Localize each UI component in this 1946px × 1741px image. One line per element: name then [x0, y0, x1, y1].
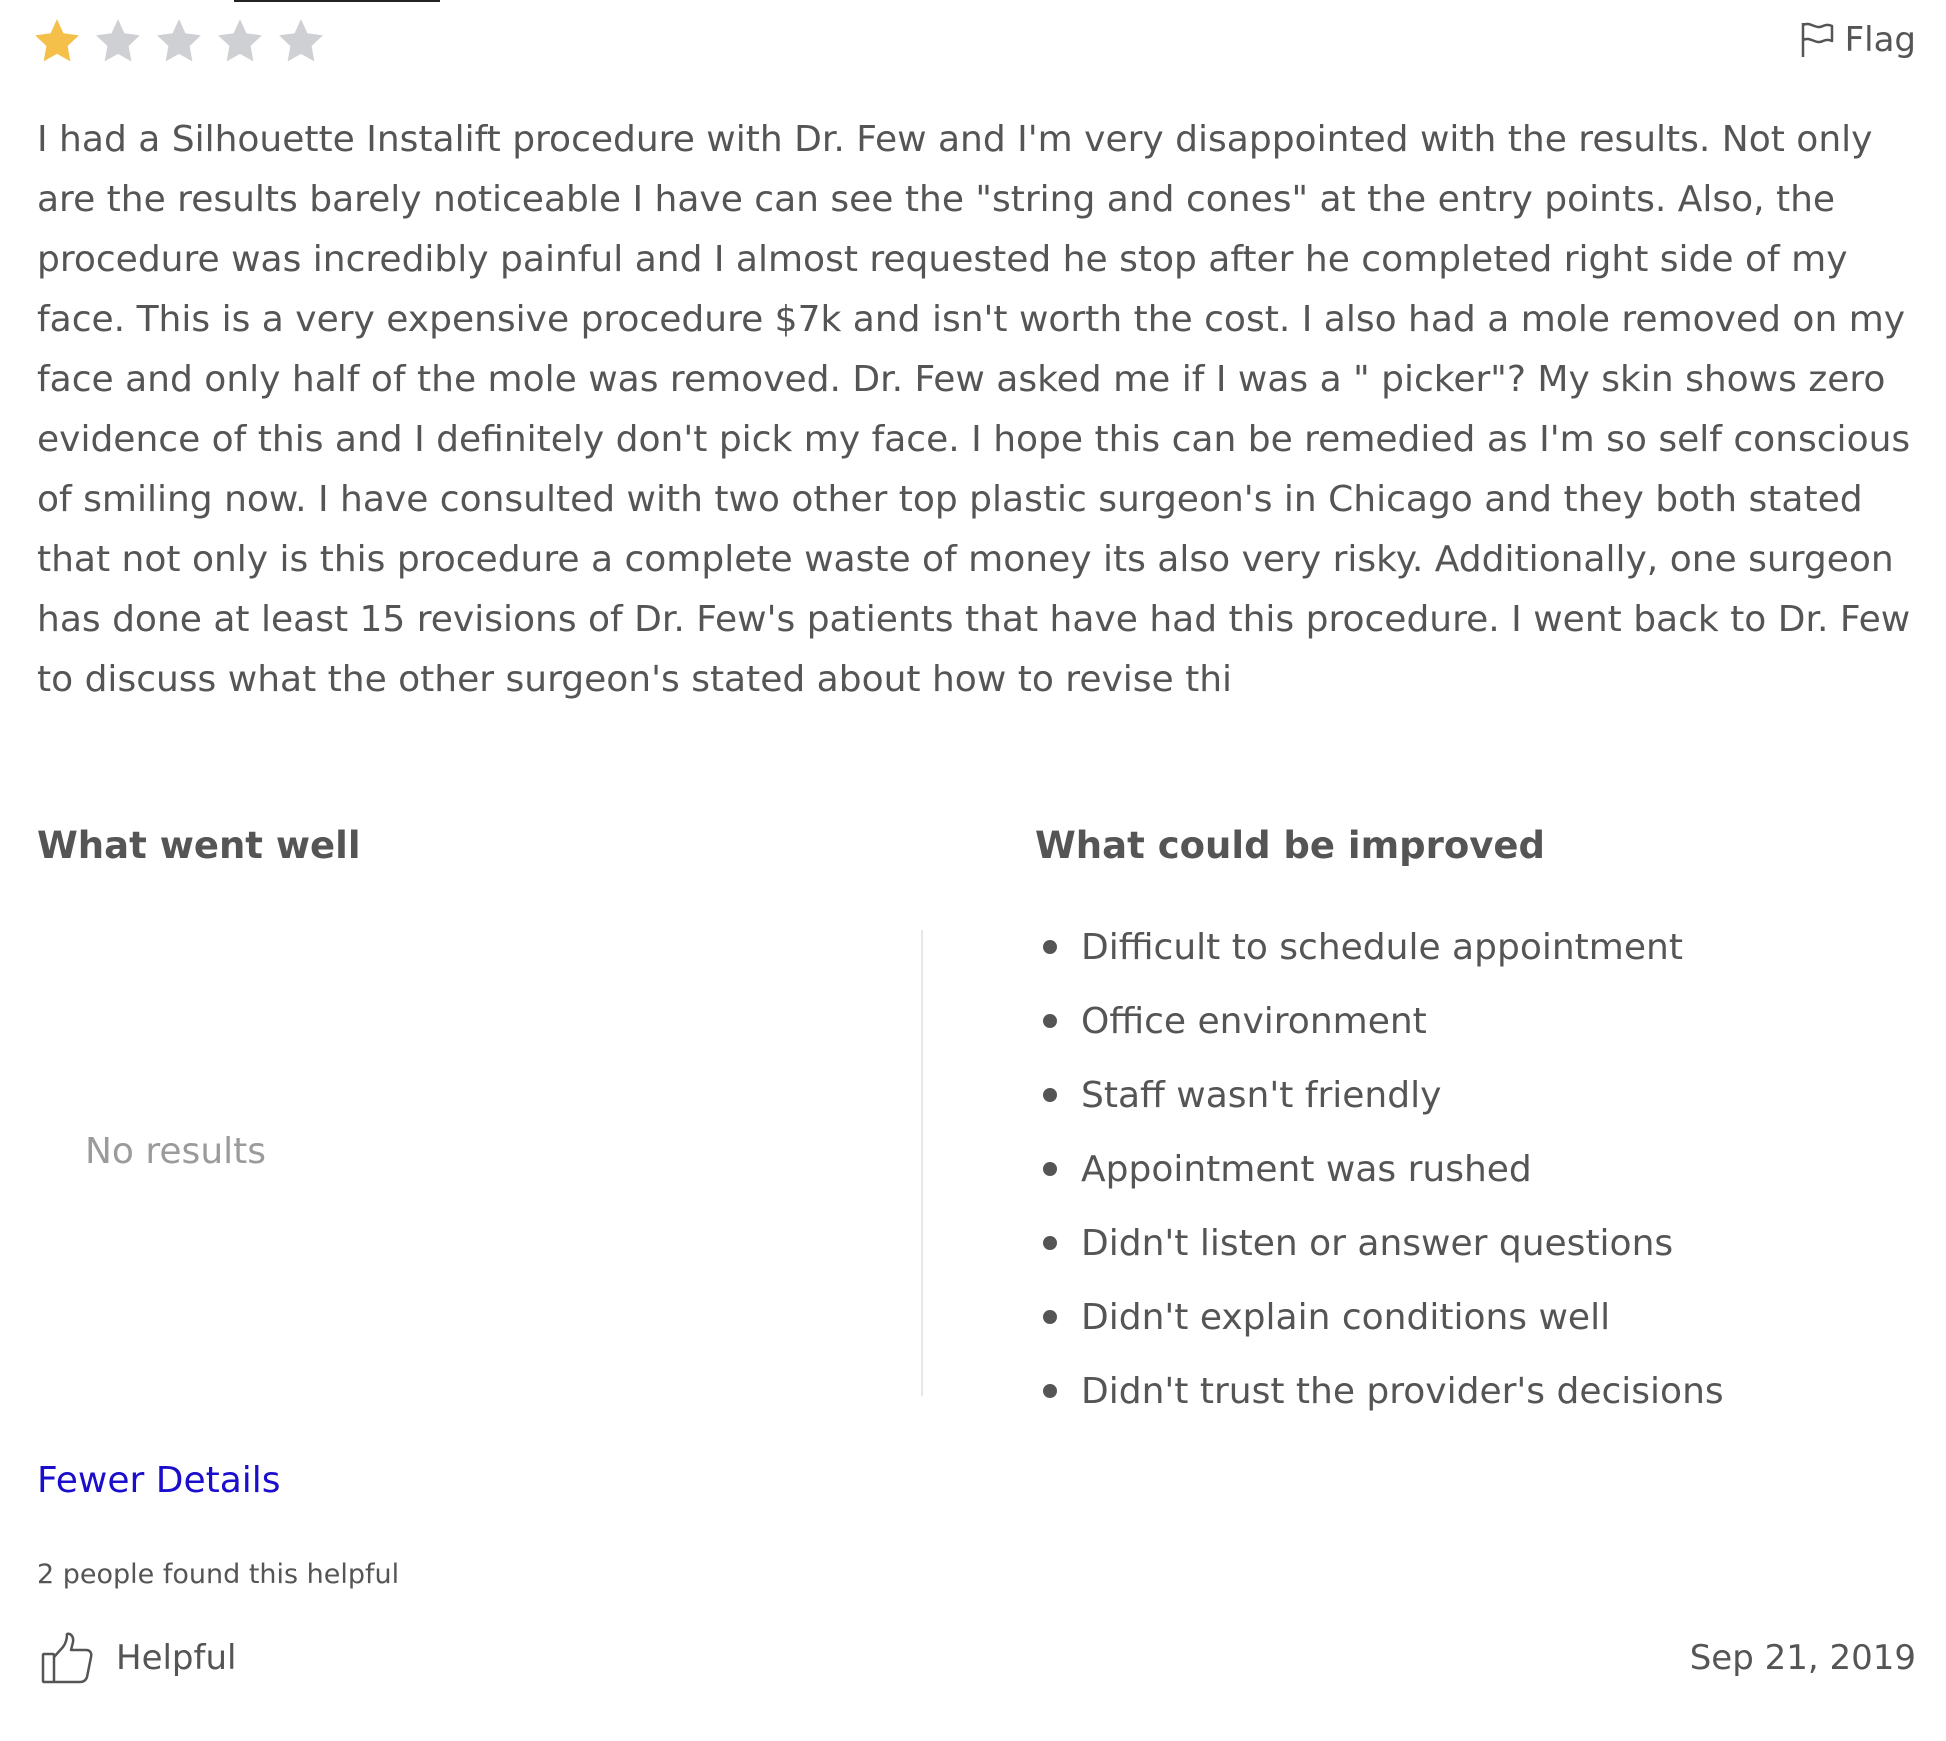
list-item-label: Office environment [1081, 1000, 1427, 1042]
helpful-label: Helpful [116, 1638, 237, 1678]
bullet-icon [1043, 940, 1057, 954]
list-item: Didn't listen or answer questions [1043, 1206, 1724, 1280]
helpful-button[interactable]: Helpful [40, 1630, 236, 1686]
bullet-icon [1043, 1384, 1057, 1398]
no-results-text: No results [85, 1131, 267, 1172]
helpful-count-text: 2 people found this helpful [37, 1559, 400, 1590]
could-improve-heading: What could be improved [1035, 824, 1545, 867]
bullet-icon [1043, 1310, 1057, 1324]
list-item: Appointment was rushed [1043, 1132, 1724, 1206]
star-empty-icon [96, 19, 140, 62]
list-item: Office environment [1043, 984, 1724, 1058]
star-empty-icon [157, 19, 201, 62]
review-date: Sep 21, 2019 [1689, 1638, 1916, 1678]
star-empty-icon [218, 19, 262, 62]
bullet-icon [1043, 1162, 1057, 1176]
list-item: Difficult to schedule appointment [1043, 910, 1724, 984]
list-item-label: Didn't explain conditions well [1081, 1296, 1611, 1338]
flag-icon [1801, 22, 1833, 57]
star-filled-icon [35, 19, 79, 62]
list-item-label: Difficult to schedule appointment [1081, 926, 1683, 968]
list-item: Didn't explain conditions well [1043, 1280, 1724, 1354]
list-item-label: Didn't trust the provider's decisions [1081, 1370, 1724, 1412]
went-well-heading: What went well [37, 824, 361, 867]
bullet-icon [1043, 1014, 1057, 1028]
list-item-label: Didn't listen or answer questions [1081, 1222, 1674, 1264]
thumbs-up-icon [41, 1632, 93, 1684]
flag-button[interactable]: Flag [1799, 20, 1916, 60]
list-item: Didn't trust the provider's decisions [1043, 1354, 1724, 1428]
review-text: I had a Silhouette Instalift procedure w… [37, 119, 1911, 700]
star-empty-icon [279, 19, 323, 62]
list-item-label: Staff wasn't friendly [1081, 1074, 1442, 1116]
bullet-icon [1043, 1088, 1057, 1102]
improve-list: Difficult to schedule appointment Office… [1043, 910, 1724, 1428]
list-item-label: Appointment was rushed [1081, 1148, 1532, 1190]
column-divider [921, 930, 923, 1396]
bullet-icon [1043, 1236, 1057, 1250]
flag-label: Flag [1844, 20, 1916, 60]
fewer-details-link[interactable]: Fewer Details [37, 1460, 281, 1501]
top-divider-line [234, 0, 440, 2]
list-item: Staff wasn't friendly [1043, 1058, 1724, 1132]
star-rating [32, 16, 326, 66]
